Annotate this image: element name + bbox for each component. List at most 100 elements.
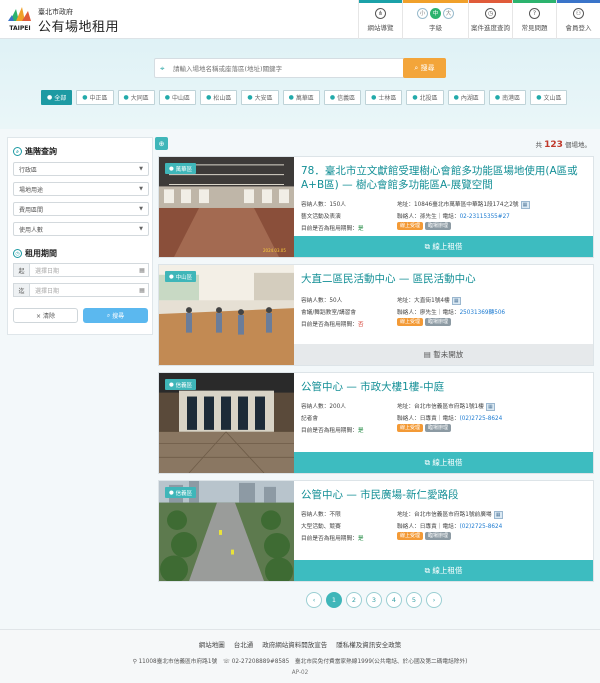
district-tag: ● 信義區 <box>165 487 197 498</box>
user-icon: ⚇ <box>573 7 584 19</box>
page-4-button[interactable]: 4 <box>386 592 402 608</box>
site-footer: 網站地圖 台北通 政府網站資料開放宣告 隱私權及資訊安全政策 ⚲ 11008臺北… <box>0 629 600 683</box>
footer-link-sitemap[interactable]: 網站地圖 <box>199 639 225 649</box>
district-zhongzheng[interactable]: ● 中正區 <box>76 90 114 105</box>
venue-title[interactable]: 公管中心 — 市民廣場-新仁愛路段 <box>301 488 589 502</box>
venue-title[interactable]: 78．臺北市立文獻館受理樹心會館多功能區場地使用(A區或A+B區) — 樹心會館… <box>301 164 589 192</box>
pin-icon: ● <box>453 94 459 101</box>
district-nangang[interactable]: ● 南港區 <box>488 90 527 105</box>
pin-icon: ● <box>494 94 501 101</box>
document-icon: ▤ <box>423 350 434 359</box>
search-input[interactable] <box>173 62 398 75</box>
district-xinyi[interactable]: ● 信義區 <box>323 90 362 105</box>
venue-card: 2024.03.05 ● 萬華區 78．臺北市立文獻館受理樹心會館多功能區場地使… <box>158 156 594 258</box>
usage-select[interactable]: 場地用途 ▼ <box>13 182 149 196</box>
venue-capacity: 容納人數：150人 <box>301 202 346 208</box>
calendar-icon: ▦ <box>139 266 145 274</box>
district-tag: ● 萬華區 <box>165 163 197 174</box>
footer-link-open-data[interactable]: 政府網站資料開放宣告 <box>262 639 327 649</box>
search-bar: ⌖ ⌕ 搜尋 <box>154 58 446 78</box>
rental-status: 目前是否為租用期間：是 <box>301 536 364 542</box>
not-open-button[interactable]: ▤ 暫未開放 <box>294 344 593 365</box>
svg-text:TAIPEI: TAIPEI <box>9 25 30 32</box>
map-icon[interactable]: ▦ <box>485 402 495 411</box>
pin-icon: ● <box>47 94 53 101</box>
venue-contact: 聯絡人：日專責｜電話：(02)2725-8624 <box>397 524 503 530</box>
venue-address: 地址：台北市信義區市府路1號前廣場 ▦ <box>397 509 503 519</box>
footer-link-taipeipass[interactable]: 台北通 <box>234 639 254 649</box>
pin-icon: ● <box>412 94 418 101</box>
district-zhongshan[interactable]: ● 中山區 <box>158 90 197 105</box>
district-wenshan[interactable]: ● 文山區 <box>530 90 568 105</box>
venue-address: 地址：大直街1號4樓 ▦ <box>397 295 461 305</box>
map-icon[interactable]: ▦ <box>493 510 503 519</box>
nav-login[interactable]: ⚇ 會員登入 <box>556 0 600 39</box>
district-shilin[interactable]: ● 士林區 <box>365 90 403 105</box>
service-badges: 線上受理 臨場辦理 <box>397 318 453 326</box>
nav-case-progress[interactable]: ◷ 案件進度查詢 <box>468 0 512 39</box>
pin-icon: ● <box>123 94 129 101</box>
prev-page-button[interactable]: ‹ <box>306 592 322 608</box>
pin-icon: ● <box>536 94 542 101</box>
district-all[interactable]: ● 全部 <box>41 90 73 105</box>
search-button[interactable]: ⌕ 搜尋 <box>403 58 446 78</box>
taipei-logo[interactable]: TAIPEI <box>6 5 34 33</box>
nav-faq[interactable]: ? 常見問題 <box>512 0 556 39</box>
nav-sitemap[interactable]: ⋔ 網站導覽 <box>358 0 402 39</box>
chevron-down-icon: ▼ <box>139 206 143 212</box>
venue-title[interactable]: 大直二區民活動中心 — 區民活動中心 <box>301 272 589 286</box>
footer-address: ⚲ 11008臺北市信義區市府路1號 ☏ 02-27208889#8585 臺北… <box>132 659 468 665</box>
district-neihu[interactable]: ● 內湖區 <box>447 90 485 105</box>
end-date-field[interactable]: 迄 選擇日期 ▦ <box>13 283 149 297</box>
clear-button[interactable]: × 清除 <box>13 308 78 323</box>
next-page-button[interactable]: › <box>426 592 442 608</box>
pin-icon: ● <box>288 94 294 101</box>
district-select[interactable]: 行政區 ▼ <box>13 162 149 176</box>
pin-icon: ● <box>206 94 212 101</box>
capacity-select[interactable]: 使用人數 ▼ <box>13 222 149 236</box>
map-icon[interactable]: ▦ <box>520 200 530 209</box>
rental-status: 目前是否為租用期間：否 <box>301 322 364 328</box>
page-3-button[interactable]: 3 <box>366 592 382 608</box>
map-icon[interactable]: ▦ <box>451 296 461 305</box>
venue-title[interactable]: 公管中心 — 市政大樓1樓-中庭 <box>301 380 589 394</box>
external-link-icon: ⧉ <box>424 457 433 467</box>
venue-usage: 大型活動、競賽 <box>301 524 341 530</box>
district-daan[interactable]: ● 大安區 <box>241 90 279 105</box>
font-large-button[interactable]: 大 <box>443 7 454 19</box>
site-header: TAIPEI 臺北市政府 公有場地租用 ⋔ 網站導覽 小 中 大 字級 ◷ 案件… <box>0 0 600 39</box>
page-2-button[interactable]: 2 <box>346 592 362 608</box>
district-beitou[interactable]: ● 北投區 <box>406 90 444 105</box>
sitemap-icon: ⋔ <box>375 7 386 19</box>
venue-usage: 記者會 <box>301 416 319 422</box>
online-rent-button[interactable]: ⧉ 線上租借 <box>294 560 593 581</box>
district-datong[interactable]: ● 大同區 <box>117 90 155 105</box>
pin-icon: ● <box>82 94 88 101</box>
pin-icon: ● <box>247 94 253 101</box>
pagination: ‹ 1 2 3 4 5 › <box>306 592 442 608</box>
system-title[interactable]: 公有場地租用 <box>38 16 119 35</box>
sidebar-search-button[interactable]: ⌕ 搜尋 <box>83 308 148 323</box>
chevron-down-icon: ▼ <box>139 166 143 172</box>
pin-icon: ● <box>329 94 336 101</box>
fee-select[interactable]: 費用區間 ▼ <box>13 202 149 216</box>
start-date-field[interactable]: 起 選擇日期 ▦ <box>13 263 149 277</box>
page-5-button[interactable]: 5 <box>406 592 422 608</box>
online-rent-button[interactable]: ⧉ 線上租借 <box>294 452 593 473</box>
service-badges: 線上受理 臨場辦理 <box>397 532 453 540</box>
venue-contact: 聯絡人：廖先生｜電話：25031369轉506 <box>397 310 506 316</box>
page-1-button[interactable]: 1 <box>326 592 342 608</box>
chevron-down-icon: ▼ <box>139 226 143 232</box>
venue-address: 地址：台北市信義區市府路1號1樓 ▦ <box>397 401 495 411</box>
online-rent-button[interactable]: ⧉ 線上租借 <box>294 236 593 257</box>
clock-icon: ◷ <box>13 249 22 258</box>
venue-card: ● 信義區 公管中心 — 市政大樓1樓-中庭 容納人數：200人 地址：台北市信… <box>158 372 594 474</box>
footer-link-privacy[interactable]: 隱私權及資訊安全政策 <box>336 639 401 649</box>
district-songshan[interactable]: ● 松山區 <box>200 90 238 105</box>
zoom-icon[interactable]: ⊕ <box>155 137 168 150</box>
font-small-button[interactable]: 小 <box>417 7 428 19</box>
district-wanhua[interactable]: ● 萬華區 <box>282 90 320 105</box>
service-badges: 線上受理 臨場辦理 <box>397 424 453 432</box>
font-medium-button[interactable]: 中 <box>430 7 441 19</box>
district-tag: ● 信義區 <box>165 379 197 390</box>
